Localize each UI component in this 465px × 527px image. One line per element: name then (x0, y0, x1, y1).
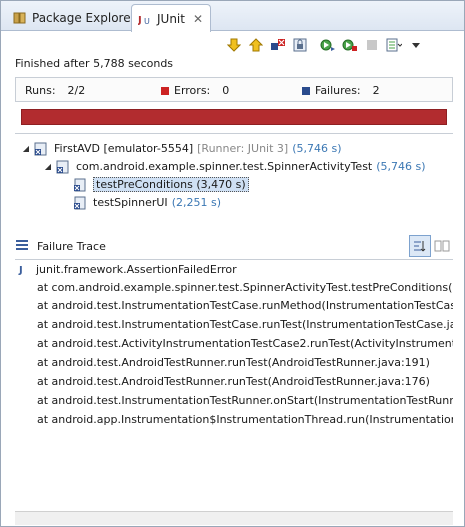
errors-label: Errors: (174, 84, 211, 97)
failures-label: Failures: (315, 84, 361, 97)
menu-icon (15, 239, 29, 254)
status-text: Finished after 5,788 seconds (15, 57, 174, 70)
next-failure-icon[interactable] (223, 35, 245, 55)
errors-counter: Errors: 0 (161, 84, 229, 97)
collapse-arrow-icon[interactable]: ◢ (21, 144, 31, 153)
failures-counter: Failures: 2 (302, 84, 380, 97)
test-suite-failed-icon (56, 160, 71, 174)
tab-package-explorer[interactable]: Package Explorer (7, 5, 142, 31)
trace-line[interactable]: at android.test.ActivityInstrumentationT… (37, 336, 453, 352)
junit-view: Package Explorer JU JUnit ✕ Finished aft… (0, 0, 465, 527)
test-tree: ◢ FirstAVD [emulator-5554] [Runner: JUni… (15, 133, 453, 227)
failure-trace-header: Failure Trace (15, 235, 453, 257)
trace-line[interactable]: Jjunit.framework.AssertionFailedError (19, 262, 237, 278)
trace-line[interactable]: at android.test.InstrumentationTestCase.… (37, 298, 453, 314)
tab-label: Package Explorer (32, 11, 136, 25)
trace-line[interactable]: at android.test.AndroidTestRunner.runTes… (37, 374, 430, 390)
failure-trace-actions (409, 235, 453, 257)
junit-icon: JU (138, 12, 152, 26)
failure-trace-list: Jjunit.framework.AssertionFailedError at… (15, 259, 453, 511)
collapse-arrow-icon[interactable]: ◢ (43, 162, 53, 171)
duration-label: (2,251 s) (171, 196, 221, 209)
show-failures-only-icon[interactable] (267, 35, 289, 55)
tree-node-suite[interactable]: ◢ com.android.example.spinner.test.Spinn… (43, 158, 426, 175)
test-failed-icon (73, 196, 88, 210)
tree-node-label: testSpinnerUI (93, 196, 168, 209)
tree-node-test[interactable]: testPreConditions (3,470 s) (73, 176, 249, 193)
test-progress-bar (21, 109, 447, 125)
duration-label: (5,746 s) (292, 142, 342, 155)
exception-icon: J (19, 265, 23, 276)
rerun-failed-first-icon[interactable] (339, 35, 361, 55)
junit-toolbar (223, 35, 427, 55)
trace-line[interactable]: at com.android.example.spinner.test.Spin… (37, 280, 453, 296)
trace-line[interactable]: at android.app.Instrumentation$Instrumen… (37, 412, 453, 428)
trace-line[interactable]: at android.test.InstrumentationTestCase.… (37, 317, 453, 333)
history-icon[interactable] (383, 35, 405, 55)
tree-node-test[interactable]: testSpinnerUI (2,251 s) (73, 194, 221, 211)
filter-stack-trace-icon[interactable] (409, 235, 431, 257)
package-explorer-icon (13, 11, 27, 25)
test-failed-icon (73, 178, 88, 192)
tree-node-label: testPreConditions (96, 178, 193, 191)
runner-label: [Runner: JUnit 3] (197, 142, 289, 155)
tree-node-label: com.android.example.spinner.test.Spinner… (76, 160, 373, 173)
rerun-test-icon[interactable] (317, 35, 339, 55)
runs-value: 2/2 (67, 84, 86, 97)
scroll-lock-icon[interactable] (289, 35, 311, 55)
duration-label: (5,746 s) (376, 160, 426, 173)
failures-value: 2 (372, 84, 380, 97)
counters-panel: Runs: 2/2 Errors: 0 Failures: 2 (15, 77, 453, 102)
tab-bar: Package Explorer JU JUnit ✕ (1, 1, 464, 32)
compare-result-icon[interactable] (431, 235, 453, 257)
previous-failure-icon[interactable] (245, 35, 267, 55)
test-suite-failed-icon (34, 142, 49, 156)
tab-junit[interactable]: JU JUnit ✕ (131, 4, 211, 32)
tab-label: JUnit (157, 11, 185, 26)
tree-node-root[interactable]: ◢ FirstAVD [emulator-5554] [Runner: JUni… (21, 140, 342, 157)
runs-label: Runs: (25, 84, 56, 97)
close-icon[interactable]: ✕ (193, 12, 203, 26)
errors-value: 0 (222, 84, 230, 97)
trace-line[interactable]: at android.test.InstrumentationTestRunne… (37, 393, 453, 409)
tree-node-label: FirstAVD [emulator-5554] (54, 142, 194, 155)
error-icon (161, 86, 169, 95)
failure-icon (302, 86, 310, 95)
horizontal-scrollbar[interactable] (15, 511, 453, 525)
duration-label: (3,470 s) (196, 178, 246, 191)
trace-line[interactable]: at android.test.AndroidTestRunner.runTes… (37, 355, 430, 371)
view-menu-icon[interactable] (405, 35, 427, 55)
runs-counter: Runs: 2/2 (25, 84, 85, 97)
svg-text:J: J (138, 15, 142, 26)
stop-icon[interactable] (361, 35, 383, 55)
failure-trace-title: Failure Trace (37, 239, 106, 253)
svg-text:U: U (144, 17, 150, 26)
tree-node-selection: testPreConditions (3,470 s) (93, 177, 249, 192)
